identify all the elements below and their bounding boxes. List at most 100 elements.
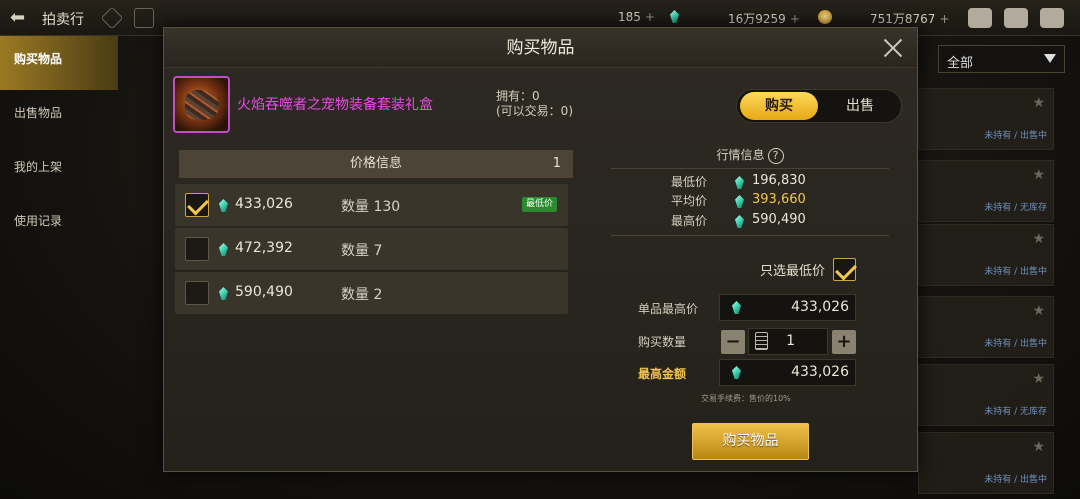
owned-count: 拥有：0 (可以交易：0) [496, 89, 573, 119]
back-arrow-icon[interactable]: ⬅ [10, 8, 32, 28]
add-gold-icon[interactable]: + [939, 12, 949, 26]
market-info-title: 行情信息? [611, 146, 889, 164]
gem-balance: 16万9259 + [728, 10, 800, 27]
star-icon[interactable]: ★ [1032, 303, 1045, 319]
add-currency-icon[interactable]: + [645, 10, 655, 24]
row-quantity: 数量 2 [341, 287, 383, 303]
star-icon[interactable]: ★ [1032, 167, 1045, 183]
star-icon[interactable]: ★ [1032, 231, 1045, 247]
item-name: 火焰吞噬者之宠物装备套装礼盒 [237, 97, 433, 113]
list-item-status: 未持有 / 出售中 [984, 131, 1047, 141]
category-filter-value: 全部 [947, 56, 974, 71]
only-lowest-checkbox[interactable] [833, 258, 856, 281]
fee-note: 交易手续费：售价的10% [701, 394, 791, 403]
gem-icon [735, 195, 744, 208]
unit-max-price-value: 433,026 [791, 299, 849, 315]
list-item[interactable]: ★ 未持有 / 出售中 [918, 88, 1054, 150]
list-item[interactable]: ★ 未持有 / 无库存 [918, 160, 1054, 222]
list-item-status: 未持有 / 无库存 [984, 407, 1047, 417]
lowest-price-badge: 最低价 [522, 197, 558, 212]
row-price: 590,490 [235, 284, 293, 300]
buy-item-button[interactable]: 购买物品 [692, 423, 809, 460]
row-checkbox[interactable] [185, 281, 209, 305]
page-number: 1 [552, 156, 561, 171]
gold-balance: 751万8767 + [870, 10, 950, 27]
list-item[interactable]: ★ 未持有 / 出售中 [918, 224, 1054, 286]
nav-item-my-listings[interactable]: 我的上架 [0, 144, 118, 198]
mail-icon[interactable] [1004, 8, 1028, 28]
list-item-status: 未持有 / 出售中 [984, 475, 1047, 485]
close-icon[interactable] [881, 36, 905, 60]
max-price-label: 最高价 [671, 214, 708, 228]
divider [611, 235, 889, 236]
currency-small-value: 185 [618, 10, 641, 24]
min-price-label: 最低价 [671, 175, 708, 189]
diamond-icon[interactable] [100, 6, 124, 30]
chat-icon[interactable] [1040, 8, 1064, 28]
price-row[interactable]: 472,392 数量 7 [175, 228, 568, 270]
menu-icon[interactable] [134, 8, 154, 28]
nav-item-buy[interactable]: 购买物品 [0, 36, 118, 90]
avg-price-value: 393,660 [752, 192, 806, 207]
add-gem-icon[interactable]: + [790, 12, 800, 26]
price-row[interactable]: 433,026 数量 130 最低价 [175, 184, 568, 226]
max-price-row: 最高价 590,490 [611, 212, 889, 231]
list-item[interactable]: ★ 未持有 / 出售中 [918, 432, 1054, 494]
price-list-header: 价格信息 1 [179, 150, 573, 178]
gem-balance-value: 16万9259 [728, 12, 786, 26]
unit-max-label: 单品最高价 [638, 302, 699, 316]
gem-icon [735, 176, 744, 189]
bag-icon[interactable] [968, 8, 992, 28]
row-price: 433,026 [235, 196, 293, 212]
gem-icon [732, 301, 741, 314]
item-icon [173, 76, 230, 133]
star-icon[interactable]: ★ [1032, 439, 1045, 455]
list-item[interactable]: ★ 未持有 / 出售中 [918, 296, 1054, 358]
decrease-quantity-button[interactable]: − [721, 330, 745, 354]
tab-sell[interactable]: 出售 [821, 92, 899, 120]
gem-icon [670, 10, 679, 23]
only-lowest-label: 只选最低价 [760, 264, 826, 279]
price-list-title: 价格信息 [349, 156, 402, 171]
gold-balance-value: 751万8767 [870, 12, 936, 26]
list-item[interactable]: ★ 未持有 / 无库存 [918, 364, 1054, 426]
item-image [185, 90, 219, 120]
quantity-label: 购买数量 [638, 335, 687, 349]
tab-buy[interactable]: 购买 [740, 92, 818, 120]
nav-item-sell[interactable]: 出售物品 [0, 90, 118, 144]
total-amount-field: 433,026 [719, 359, 856, 386]
category-filter-select[interactable]: 全部 [938, 45, 1065, 73]
purchase-dialog: 购买物品 火焰吞噬者之宠物装备套装礼盒 拥有：0 (可以交易：0) 购买 出售 … [163, 27, 918, 472]
dialog-title: 购买物品 [164, 28, 917, 68]
row-checkbox[interactable] [185, 193, 209, 217]
gem-icon [735, 215, 744, 228]
min-price-row: 最低价 196,830 [611, 173, 889, 192]
row-quantity: 数量 130 [341, 199, 401, 215]
divider [611, 168, 889, 169]
unit-max-price-field[interactable]: 433,026 [719, 294, 856, 321]
row-checkbox[interactable] [185, 237, 209, 261]
price-list: 价格信息 1 433,026 数量 130 最低价 472,392 数量 7 5… [175, 146, 573, 466]
row-price: 472,392 [235, 240, 293, 256]
gold-coin-icon [818, 10, 832, 24]
increase-quantity-button[interactable]: + [832, 330, 856, 354]
price-row[interactable]: 590,490 数量 2 [175, 272, 568, 314]
market-info-label: 行情信息 [716, 148, 765, 162]
buy-sell-toggle: 购买 出售 [736, 89, 902, 123]
gem-icon [219, 199, 228, 212]
page-title: 拍卖行 [42, 12, 84, 28]
help-icon[interactable]: ? [767, 148, 784, 164]
star-icon[interactable]: ★ [1032, 371, 1045, 387]
list-item-status: 未持有 / 无库存 [984, 203, 1047, 213]
nav-item-history[interactable]: 使用记录 [0, 198, 118, 252]
quantity-value: 1 [786, 333, 795, 349]
chevron-down-icon [1044, 54, 1056, 63]
gem-currency [670, 10, 685, 24]
star-icon[interactable]: ★ [1032, 95, 1045, 111]
tradable-label: (可以交易：0) [496, 104, 573, 118]
owned-label: 拥有：0 [496, 89, 540, 103]
left-nav: 购买物品 出售物品 我的上架 使用记录 [0, 36, 118, 499]
calculator-icon[interactable] [755, 332, 768, 350]
list-item-status: 未持有 / 出售中 [984, 267, 1047, 277]
total-amount-value: 433,026 [791, 364, 849, 380]
